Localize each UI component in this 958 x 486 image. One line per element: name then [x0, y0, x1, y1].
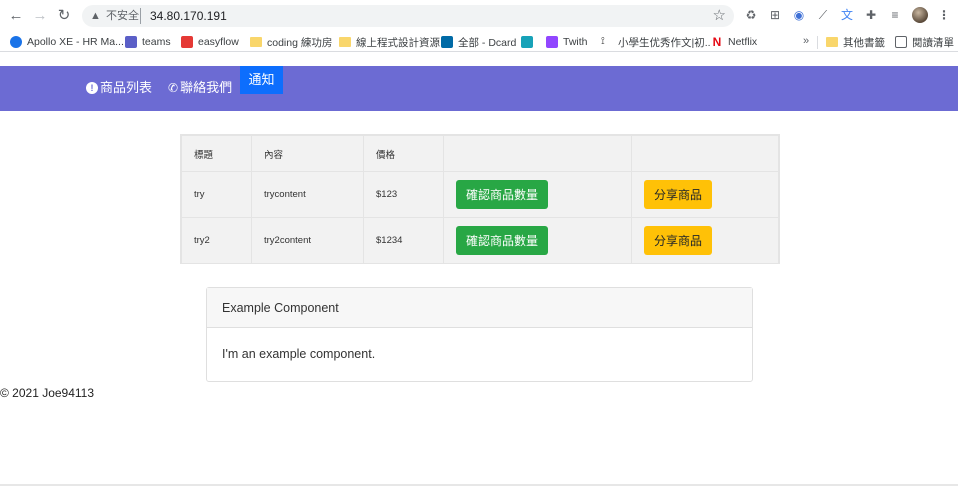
bookmark-label: coding 練功房	[267, 36, 333, 49]
nav-contact-us[interactable]: ✆ 聯絡我們	[168, 80, 232, 96]
bookmark-label: 全部 - Dcard	[458, 36, 517, 49]
folder-icon	[826, 37, 838, 47]
extension-icon-line[interactable]: ⟋	[815, 7, 831, 23]
omnibox-divider	[140, 8, 141, 24]
bookmark-label: 小學生优秀作文|初...	[618, 36, 714, 49]
bookmark-folder-coding[interactable]: coding 練功房	[250, 33, 332, 51]
bookmark-folder-resources[interactable]: 線上程式設計資源	[339, 33, 440, 51]
easyflow-icon	[181, 36, 193, 48]
bookmark-label: 其他書籤	[843, 36, 885, 49]
cell-content: trycontent	[251, 171, 364, 218]
address-bar[interactable]: ▲ 不安全 34.80.170.191 ☆	[82, 5, 734, 27]
cell-title: try	[181, 171, 252, 218]
bookmark-label: Netflix	[728, 36, 758, 48]
reading-list-icon	[895, 36, 907, 48]
bookmark-label: teams	[142, 36, 171, 48]
security-label[interactable]: 不安全	[106, 9, 139, 23]
cell-content: try2content	[251, 217, 364, 264]
twitch-icon	[546, 36, 558, 48]
nav-product-list[interactable]: ! 商品列表	[86, 80, 152, 96]
url-text[interactable]: 34.80.170.191	[150, 9, 227, 23]
forward-icon[interactable]: →	[31, 7, 49, 25]
back-icon[interactable]: ←	[7, 7, 25, 25]
bookmark-unnamed[interactable]	[521, 33, 538, 51]
extensions-puzzle-icon[interactable]: ✚	[863, 7, 879, 23]
header-confirm	[443, 135, 632, 172]
browser-toolbar: ← → ↻ ▲ 不安全 34.80.170.191 ☆ ♻ ⊞ ◉ ⟋ 文 ✚ …	[0, 0, 958, 32]
cell-price: $1234	[363, 217, 444, 264]
bookmark-apollo[interactable]: Apollo XE - HR Ma...	[10, 33, 124, 51]
table-row: try2 try2content $1234 確認商品數量 分享商品	[181, 217, 779, 264]
card-header: Example Component	[207, 288, 752, 328]
extension-icon-blue[interactable]: ◉	[791, 7, 807, 23]
bookmark-label: 線上程式設計資源	[356, 36, 440, 49]
bookmark-netflix[interactable]: N Netflix	[711, 33, 757, 51]
dcard-icon	[441, 36, 453, 48]
share-product-button[interactable]: 分享商品	[644, 226, 712, 255]
cell-title: try2	[181, 217, 252, 264]
bookmarks-bar: Apollo XE - HR Ma... teams easyflow codi…	[0, 32, 958, 52]
media-queue-icon[interactable]: ≡	[887, 7, 903, 23]
cell-share: 分享商品	[631, 217, 779, 264]
header-content: 內容	[251, 135, 364, 172]
product-table-container: 標題 內容 價格 try trycontent $123 確認商品數量 分享商品	[180, 134, 780, 264]
bookmark-label: Twith	[563, 36, 588, 48]
site-icon	[521, 36, 533, 48]
bookmark-dcard[interactable]: 全部 - Dcard	[441, 33, 516, 51]
product-table: 標題 內容 價格 try trycontent $123 確認商品數量 分享商品	[181, 135, 779, 264]
confirm-quantity-button[interactable]: 確認商品數量	[456, 180, 548, 209]
translate-extension-icon[interactable]: ⊞	[767, 7, 783, 23]
info-icon: !	[86, 82, 98, 94]
phone-icon: ✆	[168, 81, 179, 95]
apollo-icon	[10, 36, 22, 48]
bookmark-other-folder[interactable]: 其他書籤	[826, 33, 885, 51]
folder-icon	[339, 37, 351, 47]
teams-icon	[125, 36, 137, 48]
footer-copyright: © 2021 Joe94113	[0, 386, 95, 400]
bookmark-label: easyflow	[198, 36, 239, 48]
notify-button[interactable]: 通知	[240, 66, 283, 94]
cell-share: 分享商品	[631, 171, 779, 218]
bookmark-easyflow[interactable]: easyflow	[181, 33, 239, 51]
header-share	[631, 135, 779, 172]
cell-price: $123	[363, 171, 444, 218]
google-translate-icon[interactable]: 文	[839, 7, 855, 23]
menu-kebab-icon[interactable]: ⋮	[936, 7, 952, 23]
bookmark-essay[interactable]: ⟟ 小學生优秀作文|初...	[601, 33, 713, 51]
reading-list[interactable]: 閱讀清單	[895, 33, 954, 51]
cell-confirm: 確認商品數量	[443, 217, 632, 264]
bookmarks-divider	[817, 36, 818, 49]
confirm-quantity-button[interactable]: 確認商品數量	[456, 226, 548, 255]
reload-icon[interactable]: ↻	[55, 7, 73, 25]
essay-site-icon: ⟟	[601, 36, 613, 48]
cell-confirm: 確認商品數量	[443, 171, 632, 218]
header-title: 標題	[181, 135, 252, 172]
bookmark-label: Apollo XE - HR Ma...	[27, 36, 124, 48]
header-price: 價格	[363, 135, 444, 172]
reading-list-label: 閱讀清單	[912, 36, 954, 49]
nav-contact-us-label: 聯絡我們	[180, 80, 233, 95]
table-header-row: 標題 內容 價格	[181, 135, 779, 172]
site-navbar: ! 商品列表 ✆ 聯絡我們 通知	[0, 66, 958, 111]
bookmark-teams[interactable]: teams	[125, 33, 171, 51]
example-component-card: Example Component I'm an example compone…	[206, 287, 753, 382]
profile-avatar[interactable]	[912, 7, 928, 23]
warning-icon[interactable]: ▲	[90, 9, 101, 23]
bookmark-star-icon[interactable]: ☆	[713, 7, 726, 25]
folder-icon	[250, 37, 262, 47]
recycle-extension-icon[interactable]: ♻	[743, 7, 759, 23]
more-bookmarks-chevron[interactable]: »	[803, 35, 809, 47]
nav-product-list-label: 商品列表	[100, 80, 153, 95]
card-body: I'm an example component.	[222, 347, 376, 361]
share-product-button[interactable]: 分享商品	[644, 180, 712, 209]
bookmark-twitch[interactable]: Twith	[546, 33, 588, 51]
table-row: try trycontent $123 確認商品數量 分享商品	[181, 171, 779, 218]
netflix-icon: N	[711, 35, 723, 49]
